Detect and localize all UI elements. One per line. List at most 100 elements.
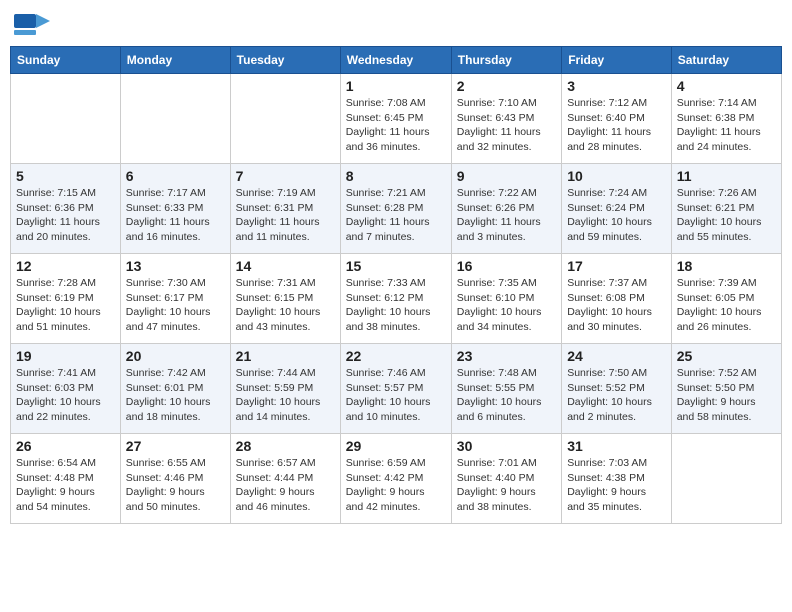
calendar-cell: 24 Sunrise: 7:50 AM Sunset: 5:52 PM Dayli… [562, 344, 672, 434]
day-number: 8 [346, 168, 446, 184]
calendar-cell [671, 434, 781, 524]
calendar-cell: 26 Sunrise: 6:54 AM Sunset: 4:48 PM Dayli… [11, 434, 121, 524]
day-number: 31 [567, 438, 666, 454]
logo [14, 10, 54, 38]
day-number: 4 [677, 78, 776, 94]
calendar-cell: 13 Sunrise: 7:30 AM Sunset: 6:17 PM Dayli… [120, 254, 230, 344]
calendar-cell: 18Sunrise: 7:39 AM Sunset: 6:05 PM Dayli… [671, 254, 781, 344]
day-info: Sunrise: 7:14 AM Sunset: 6:38 PM Dayligh… [677, 96, 776, 155]
calendar-cell: 21 Sunrise: 7:44 AM Sunset: 5:59 PM Dayli… [230, 344, 340, 434]
day-number: 3 [567, 78, 666, 94]
day-info: Sunrise: 7:01 AM Sunset: 4:40 PM Dayligh… [457, 456, 556, 515]
calendar-cell: 22 Sunrise: 7:46 AM Sunset: 5:57 PM Dayli… [340, 344, 451, 434]
day-info: Sunrise: 7:19 AM Sunset: 6:31 PM Dayligh… [236, 186, 335, 245]
day-number: 30 [457, 438, 556, 454]
calendar-cell: 7 Sunrise: 7:19 AM Sunset: 6:31 PM Daylig… [230, 164, 340, 254]
day-number: 22 [346, 348, 446, 364]
col-header-friday: Friday [562, 47, 672, 74]
calendar-cell [120, 74, 230, 164]
day-info: Sunrise: 7:42 AM Sunset: 6:01 PM Dayligh… [126, 366, 225, 425]
day-number: 29 [346, 438, 446, 454]
day-info: Sunrise: 7:15 AM Sunset: 6:36 PM Dayligh… [16, 186, 115, 245]
calendar-cell: 19 Sunrise: 7:41 AM Sunset: 6:03 PM Dayli… [11, 344, 121, 434]
day-info: Sunrise: 7:21 AM Sunset: 6:28 PM Dayligh… [346, 186, 446, 245]
day-number: 14 [236, 258, 335, 274]
day-number: 27 [126, 438, 225, 454]
calendar-cell: 20 Sunrise: 7:42 AM Sunset: 6:01 PM Dayli… [120, 344, 230, 434]
calendar-cell: 14 Sunrise: 7:31 AM Sunset: 6:15 PM Dayli… [230, 254, 340, 344]
day-number: 20 [126, 348, 225, 364]
day-number: 26 [16, 438, 115, 454]
day-info: Sunrise: 6:59 AM Sunset: 4:42 PM Dayligh… [346, 456, 446, 515]
calendar-cell: 23 Sunrise: 7:48 AM Sunset: 5:55 PM Dayli… [451, 344, 561, 434]
day-info: Sunrise: 7:52 AM Sunset: 5:50 PM Dayligh… [677, 366, 776, 425]
calendar-cell: 3 Sunrise: 7:12 AM Sunset: 6:40 PM Daylig… [562, 74, 672, 164]
col-header-sunday: Sunday [11, 47, 121, 74]
day-info: Sunrise: 7:17 AM Sunset: 6:33 PM Dayligh… [126, 186, 225, 245]
logo-icon [14, 10, 50, 38]
day-info: Sunrise: 7:50 AM Sunset: 5:52 PM Dayligh… [567, 366, 666, 425]
day-number: 7 [236, 168, 335, 184]
calendar-cell: 1 Sunrise: 7:08 AM Sunset: 6:45 PM Daylig… [340, 74, 451, 164]
day-info: Sunrise: 7:41 AM Sunset: 6:03 PM Dayligh… [16, 366, 115, 425]
day-number: 6 [126, 168, 225, 184]
calendar-cell: 4 Sunrise: 7:14 AM Sunset: 6:38 PM Daylig… [671, 74, 781, 164]
col-header-saturday: Saturday [671, 47, 781, 74]
day-number: 2 [457, 78, 556, 94]
day-number: 23 [457, 348, 556, 364]
calendar-cell: 31 Sunrise: 7:03 AM Sunset: 4:38 PM Dayli… [562, 434, 672, 524]
day-info: Sunrise: 6:54 AM Sunset: 4:48 PM Dayligh… [16, 456, 115, 515]
day-info: Sunrise: 7:35 AM Sunset: 6:10 PM Dayligh… [457, 276, 556, 335]
calendar-cell: 5 Sunrise: 7:15 AM Sunset: 6:36 PM Daylig… [11, 164, 121, 254]
calendar-cell: 10Sunrise: 7:24 AM Sunset: 6:24 PM Dayli… [562, 164, 672, 254]
day-number: 16 [457, 258, 556, 274]
calendar-cell: 16 Sunrise: 7:35 AM Sunset: 6:10 PM Dayli… [451, 254, 561, 344]
day-number: 21 [236, 348, 335, 364]
day-info: Sunrise: 7:26 AM Sunset: 6:21 PM Dayligh… [677, 186, 776, 245]
col-header-tuesday: Tuesday [230, 47, 340, 74]
calendar-cell: 8 Sunrise: 7:21 AM Sunset: 6:28 PM Daylig… [340, 164, 451, 254]
calendar-cell: 15Sunrise: 7:33 AM Sunset: 6:12 PM Dayli… [340, 254, 451, 344]
day-number: 12 [16, 258, 115, 274]
day-info: Sunrise: 6:55 AM Sunset: 4:46 PM Dayligh… [126, 456, 225, 515]
day-number: 1 [346, 78, 446, 94]
calendar-cell: 2Sunrise: 7:10 AM Sunset: 6:43 PM Daylig… [451, 74, 561, 164]
day-info: Sunrise: 7:46 AM Sunset: 5:57 PM Dayligh… [346, 366, 446, 425]
day-info: Sunrise: 7:12 AM Sunset: 6:40 PM Dayligh… [567, 96, 666, 155]
calendar-cell: 27 Sunrise: 6:55 AM Sunset: 4:46 PM Dayli… [120, 434, 230, 524]
day-number: 15 [346, 258, 446, 274]
day-info: Sunrise: 7:31 AM Sunset: 6:15 PM Dayligh… [236, 276, 335, 335]
col-header-wednesday: Wednesday [340, 47, 451, 74]
calendar-cell: 11 Sunrise: 7:26 AM Sunset: 6:21 PM Dayli… [671, 164, 781, 254]
day-number: 24 [567, 348, 666, 364]
day-info: Sunrise: 7:30 AM Sunset: 6:17 PM Dayligh… [126, 276, 225, 335]
calendar-cell: 30 Sunrise: 7:01 AM Sunset: 4:40 PM Dayli… [451, 434, 561, 524]
calendar-cell: 12 Sunrise: 7:28 AM Sunset: 6:19 PM Dayli… [11, 254, 121, 344]
calendar-cell [11, 74, 121, 164]
day-info: Sunrise: 7:24 AM Sunset: 6:24 PM Dayligh… [567, 186, 666, 245]
calendar-table: SundayMondayTuesdayWednesdayThursdayFrid… [10, 46, 782, 524]
day-number: 17 [567, 258, 666, 274]
day-info: Sunrise: 7:22 AM Sunset: 6:26 PM Dayligh… [457, 186, 556, 245]
day-info: Sunrise: 7:08 AM Sunset: 6:45 PM Dayligh… [346, 96, 446, 155]
calendar-cell: 29 Sunrise: 6:59 AM Sunset: 4:42 PM Dayli… [340, 434, 451, 524]
calendar-cell: 9 Sunrise: 7:22 AM Sunset: 6:26 PM Daylig… [451, 164, 561, 254]
col-header-thursday: Thursday [451, 47, 561, 74]
day-info: Sunrise: 7:03 AM Sunset: 4:38 PM Dayligh… [567, 456, 666, 515]
day-number: 28 [236, 438, 335, 454]
day-info: Sunrise: 7:39 AM Sunset: 6:05 PM Dayligh… [677, 276, 776, 335]
calendar-cell: 25 Sunrise: 7:52 AM Sunset: 5:50 PM Dayli… [671, 344, 781, 434]
day-info: Sunrise: 7:48 AM Sunset: 5:55 PM Dayligh… [457, 366, 556, 425]
day-number: 13 [126, 258, 225, 274]
col-header-monday: Monday [120, 47, 230, 74]
day-number: 5 [16, 168, 115, 184]
page-header [10, 10, 782, 38]
day-number: 11 [677, 168, 776, 184]
day-info: Sunrise: 7:44 AM Sunset: 5:59 PM Dayligh… [236, 366, 335, 425]
calendar-cell: 17 Sunrise: 7:37 AM Sunset: 6:08 PM Dayli… [562, 254, 672, 344]
day-info: Sunrise: 7:37 AM Sunset: 6:08 PM Dayligh… [567, 276, 666, 335]
day-number: 19 [16, 348, 115, 364]
day-info: Sunrise: 7:28 AM Sunset: 6:19 PM Dayligh… [16, 276, 115, 335]
day-number: 25 [677, 348, 776, 364]
day-number: 9 [457, 168, 556, 184]
